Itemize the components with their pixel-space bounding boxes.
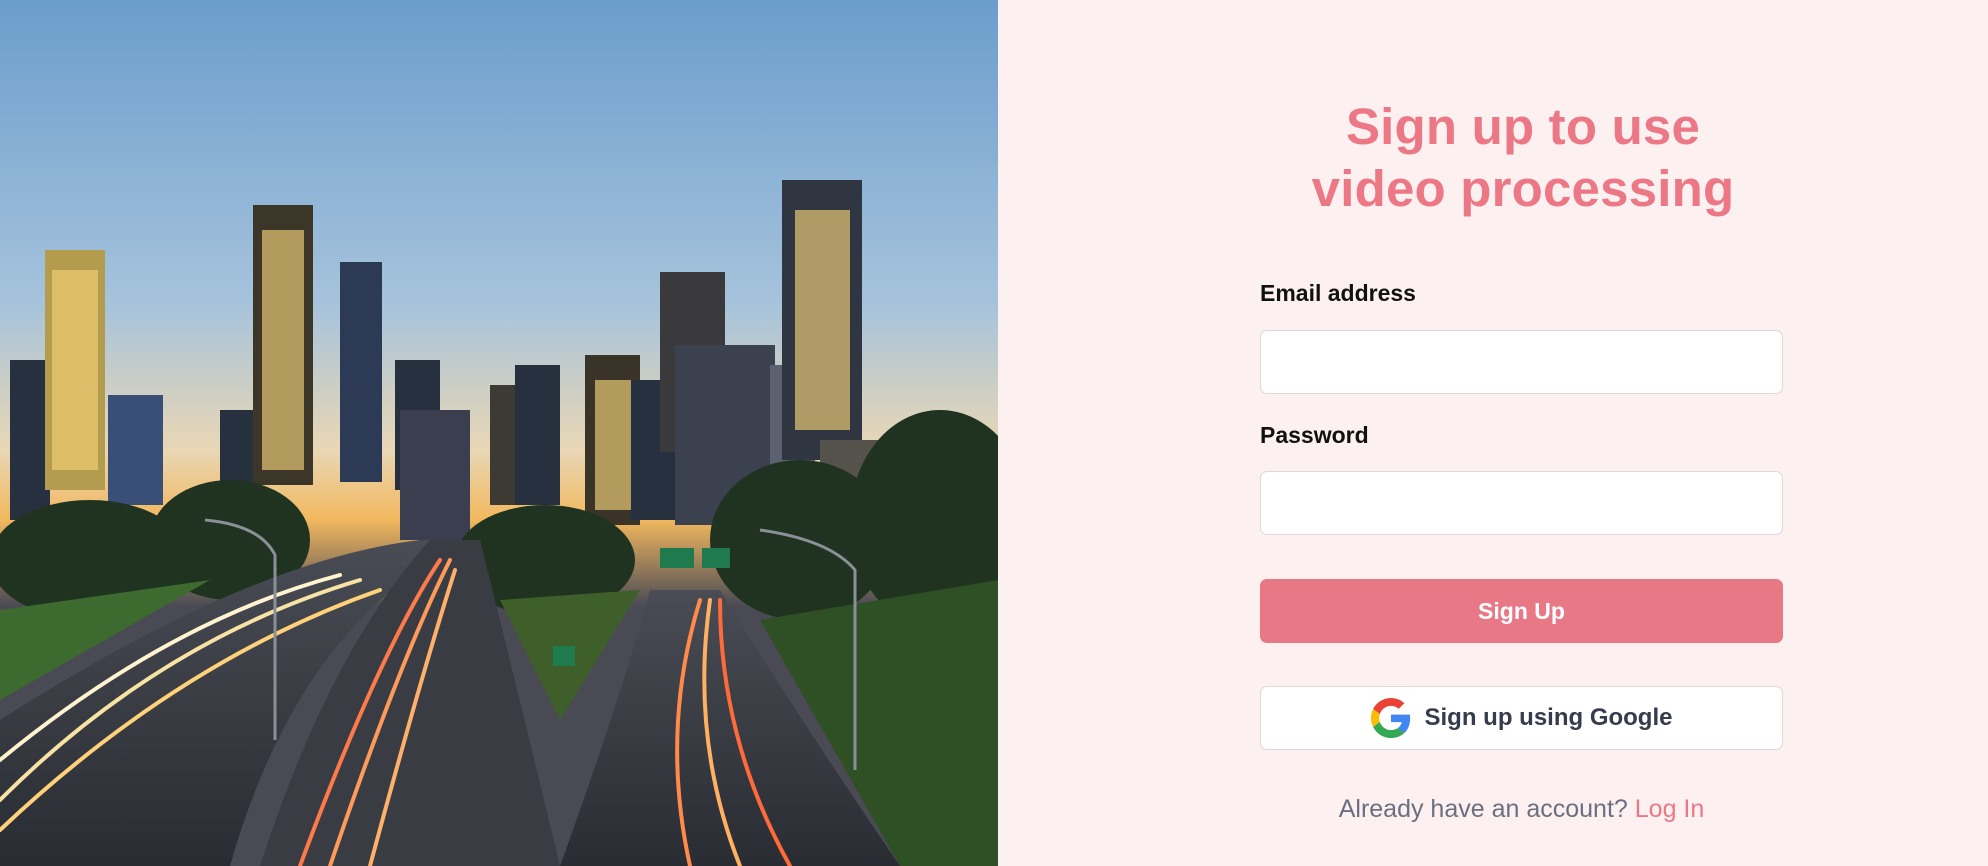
google-icon bbox=[1370, 698, 1410, 738]
page-title: Sign up to use video processing bbox=[998, 96, 1988, 220]
login-prompt: Already have an account? Log In bbox=[1260, 795, 1783, 824]
log-in-link[interactable]: Log In bbox=[1635, 795, 1705, 823]
hero-image bbox=[0, 0, 998, 866]
email-field[interactable] bbox=[1260, 330, 1783, 394]
password-field[interactable] bbox=[1260, 471, 1783, 535]
signup-panel: Sign up to use video processing Email ad… bbox=[998, 0, 1988, 866]
login-prompt-text: Already have an account? bbox=[1338, 795, 1628, 823]
password-label: Password bbox=[1260, 422, 1369, 448]
title-line-1: Sign up to use bbox=[1345, 98, 1701, 155]
title-line-2: video processing bbox=[1311, 160, 1735, 217]
email-label: Email address bbox=[1260, 280, 1416, 306]
google-sign-up-button[interactable]: Sign up using Google bbox=[1260, 686, 1783, 750]
sign-up-button[interactable]: Sign Up bbox=[1260, 579, 1783, 643]
google-button-label: Sign up using Google bbox=[1424, 704, 1673, 731]
city-skyline-illustration bbox=[0, 0, 998, 866]
